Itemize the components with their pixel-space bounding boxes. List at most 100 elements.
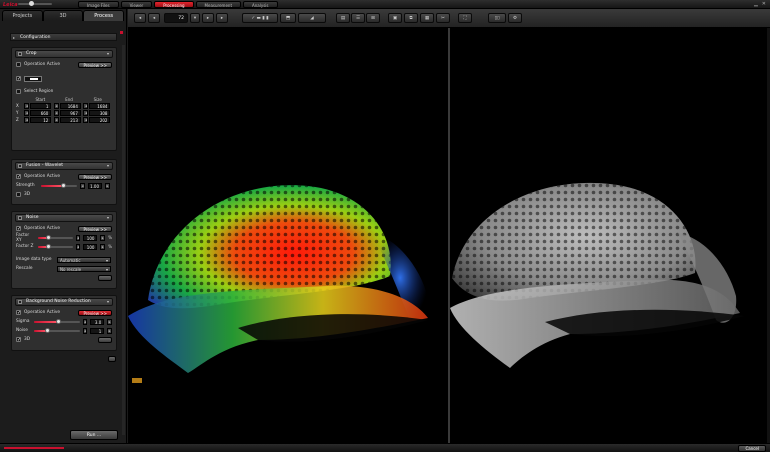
- tab-process[interactable]: Process: [83, 10, 125, 21]
- processed-image-pane[interactable]: [128, 28, 448, 443]
- noise-knob[interactable]: [44, 327, 50, 333]
- noise-preview-button[interactable]: Preview >>: [78, 225, 112, 232]
- cancel-button[interactable]: Cancel: [738, 445, 766, 452]
- left-scrollbar[interactable]: [122, 45, 125, 435]
- lut-button[interactable]: ⬒: [280, 13, 296, 23]
- run-button[interactable]: Run ...: [70, 430, 118, 440]
- collapse-icon[interactable]: [18, 216, 22, 220]
- z-start-field[interactable]: 12: [30, 116, 52, 123]
- factor-z-slider[interactable]: [37, 243, 73, 249]
- fullscreen-icon[interactable]: ⛶: [458, 13, 472, 23]
- tab-image-files[interactable]: Image Files: [78, 1, 119, 8]
- decrement-button[interactable]: ◂: [83, 102, 89, 109]
- decrement-button[interactable]: ◂: [24, 116, 30, 123]
- factor-z-field[interactable]: 100: [83, 243, 98, 250]
- fusion-preview-button[interactable]: Preview >>: [78, 173, 112, 180]
- increment-button[interactable]: ▸: [100, 234, 106, 241]
- minimize-icon[interactable]: ▁: [754, 1, 758, 7]
- crop-op-checkbox[interactable]: [16, 62, 21, 67]
- tab-3d[interactable]: 3D: [42, 10, 84, 21]
- export-icon[interactable]: ⧉: [404, 13, 418, 23]
- decrement-button[interactable]: ◂: [53, 109, 59, 116]
- bg-preview-button[interactable]: Preview >>: [78, 309, 112, 316]
- increment-button[interactable]: ▸: [107, 327, 112, 334]
- noise-slider[interactable]: [33, 327, 80, 333]
- layout-single-button[interactable]: ▤: [336, 13, 350, 23]
- strength-knob[interactable]: [60, 182, 66, 188]
- crop-preview-button[interactable]: Preview >>: [78, 61, 112, 68]
- noise-field[interactable]: 1: [90, 327, 105, 334]
- increment-button[interactable]: ▸: [107, 318, 112, 325]
- decrement-button[interactable]: ◂: [82, 327, 88, 334]
- fusion-op-checkbox[interactable]: ✓: [16, 174, 21, 180]
- nav-prev-button[interactable]: ◂: [148, 13, 160, 23]
- noise-header[interactable]: Noise: [15, 214, 113, 222]
- strength-field[interactable]: 1.00: [88, 182, 102, 189]
- nav-first-button[interactable]: ◂: [134, 13, 146, 23]
- factor-xy-knob[interactable]: [45, 234, 51, 240]
- sigma-field[interactable]: 3.0: [90, 318, 105, 325]
- data-type-dropdown[interactable]: Automatic: [57, 256, 111, 263]
- bg-options-button[interactable]: [98, 336, 112, 343]
- y-start-field[interactable]: 660: [30, 109, 52, 116]
- zoom-field[interactable]: 72: [164, 13, 188, 23]
- decrement-button[interactable]: ◂: [24, 109, 30, 116]
- snapshot-icon[interactable]: ▣: [388, 13, 402, 23]
- decrement-button[interactable]: ◂: [53, 102, 59, 109]
- original-image-pane[interactable]: [450, 28, 770, 443]
- x-end-field[interactable]: 1684: [59, 102, 81, 109]
- nav-next-button[interactable]: ▸: [202, 13, 214, 23]
- configuration-header[interactable]: Configuration: [10, 33, 117, 41]
- fusion-3d-checkbox[interactable]: [16, 192, 21, 197]
- add-operation-button[interactable]: [108, 356, 116, 362]
- factor-z-knob[interactable]: [45, 243, 51, 249]
- z-end-field[interactable]: 213: [59, 116, 81, 123]
- image-view-icon[interactable]: ▦: [420, 13, 434, 23]
- x-size-field[interactable]: 1684: [89, 102, 111, 109]
- collapse-icon[interactable]: [18, 164, 22, 168]
- increment-button[interactable]: ▸: [105, 182, 110, 189]
- y-size-field[interactable]: 308: [89, 109, 111, 116]
- nav-last-button[interactable]: ▸: [216, 13, 228, 23]
- zoom-spinner-button[interactable]: ▾: [190, 13, 200, 23]
- top-slider[interactable]: [18, 1, 52, 6]
- crop-header[interactable]: Crop: [15, 50, 113, 58]
- noise-op-checkbox[interactable]: ✓: [16, 226, 21, 232]
- decrement-button[interactable]: ◂: [53, 116, 59, 123]
- settings-icon[interactable]: ⚙: [508, 13, 522, 23]
- noise-options-button[interactable]: [98, 274, 112, 281]
- sigma-slider[interactable]: [33, 318, 80, 324]
- tab-projects[interactable]: Projects: [2, 10, 43, 21]
- x-start-field[interactable]: 1: [30, 102, 52, 109]
- tab-processing[interactable]: Processing: [154, 1, 194, 8]
- tab-analysis[interactable]: Analysis: [243, 1, 278, 8]
- decrement-button[interactable]: ◂: [80, 182, 85, 189]
- contrast-button[interactable]: ◢: [298, 13, 326, 23]
- tab-viewer[interactable]: Viewer: [120, 1, 153, 8]
- fusion-header[interactable]: Fusion - Wavelet: [15, 162, 113, 170]
- strength-slider[interactable]: [41, 182, 77, 188]
- y-end-field[interactable]: 967: [59, 109, 81, 116]
- factor-xy-slider[interactable]: [37, 234, 73, 240]
- channel-toggle-button[interactable]: ✓ ▬ ▮ ▮: [242, 13, 278, 23]
- decrement-button[interactable]: ◂: [24, 102, 30, 109]
- collapse-icon[interactable]: [18, 300, 22, 304]
- decrement-button[interactable]: ◂: [82, 318, 88, 325]
- collapse-icon[interactable]: [18, 52, 22, 56]
- split-view-button[interactable]: ▯▯: [488, 13, 506, 23]
- decrement-button[interactable]: ◂: [75, 234, 81, 241]
- decrement-button[interactable]: ◂: [83, 116, 89, 123]
- bg-3d-checkbox[interactable]: ✓: [16, 337, 21, 343]
- layout-list-button[interactable]: ☰: [351, 13, 365, 23]
- tab-measurement[interactable]: Measurement: [195, 1, 242, 8]
- bg-op-checkbox[interactable]: ✓: [16, 310, 21, 316]
- factor-xy-field[interactable]: 100: [83, 234, 98, 241]
- sigma-knob[interactable]: [56, 318, 62, 324]
- increment-button[interactable]: ▸: [100, 243, 106, 250]
- layout-grid-button[interactable]: ⊞: [366, 13, 380, 23]
- top-slider-knob[interactable]: [29, 1, 34, 6]
- decrement-button[interactable]: ◂: [75, 243, 81, 250]
- bg-noise-header[interactable]: Background Noise Reduction: [15, 298, 113, 306]
- color-swatch[interactable]: [24, 75, 42, 82]
- crop-color-checkbox[interactable]: ✓: [16, 76, 21, 82]
